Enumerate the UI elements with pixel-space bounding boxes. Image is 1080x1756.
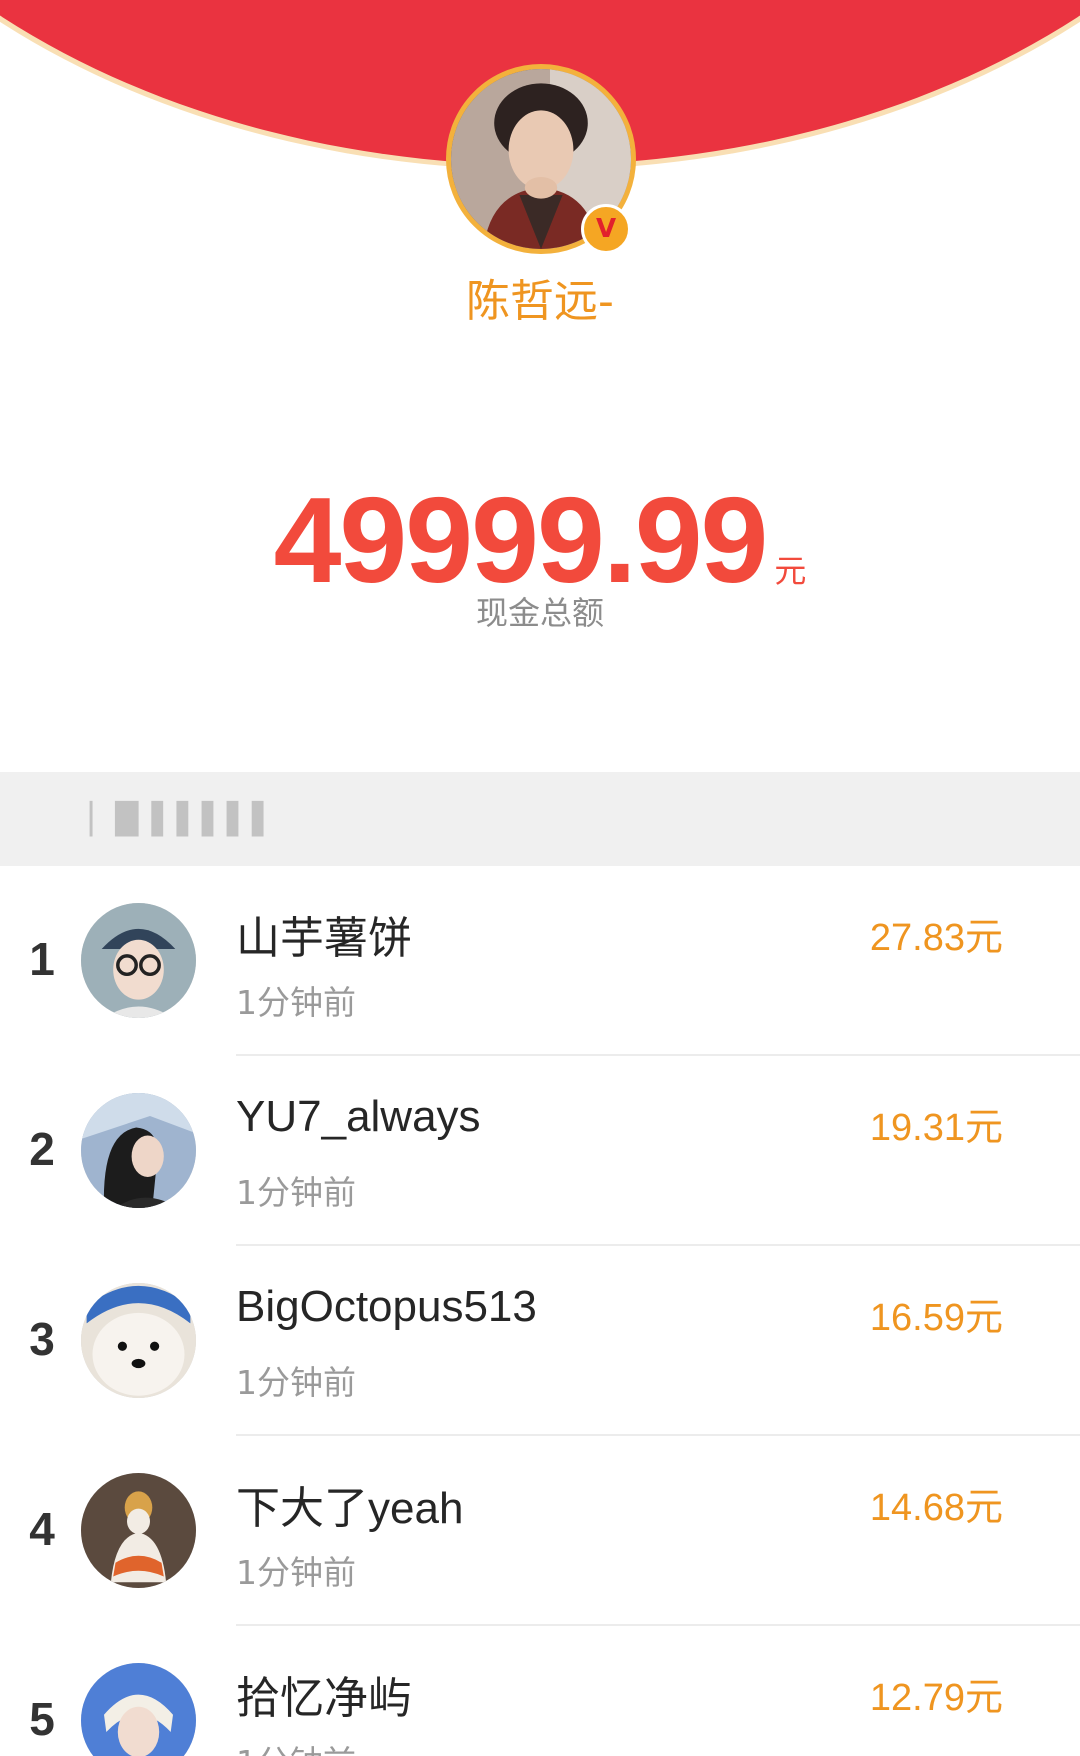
section-header: ▏█ ▌▌▌▌▌ bbox=[0, 772, 1080, 866]
amount: 12.79元 bbox=[869, 1677, 1003, 1719]
user-name[interactable]: 拾忆净屿 bbox=[236, 1662, 412, 1726]
time-ago: 1分钟前 bbox=[236, 983, 356, 1022]
verified-badge-icon: V bbox=[581, 204, 631, 254]
time-ago: 1分钟前 bbox=[236, 1173, 356, 1212]
rank-number: 2 bbox=[29, 1123, 55, 1175]
time-ago: 1分钟前 bbox=[236, 1553, 356, 1592]
list-item[interactable]: 5 拾忆净屿 1分钟前 12.79元 bbox=[0, 1626, 1080, 1756]
user-avatar[interactable] bbox=[81, 903, 196, 1018]
section-header-label: ▏█ ▌▌▌▌▌ bbox=[90, 802, 278, 837]
rank-number: 1 bbox=[29, 933, 55, 985]
user-avatar[interactable] bbox=[81, 1663, 196, 1756]
user-avatar[interactable] bbox=[81, 1283, 196, 1398]
user-avatar[interactable] bbox=[81, 1473, 196, 1588]
list-item[interactable]: 4 下大了yeah 1分钟前 14.68元 bbox=[0, 1436, 1080, 1626]
rank-number: 5 bbox=[29, 1693, 55, 1745]
amount: 14.68元 bbox=[869, 1487, 1003, 1529]
list-item[interactable]: 3 BigOctopus513 1分钟前 16.59元 bbox=[0, 1246, 1080, 1436]
list-item[interactable]: 1 山芋薯饼 1分钟前 27.83元 bbox=[0, 866, 1080, 1056]
list-item[interactable]: 2 YU7_always 1分钟前 19.31元 bbox=[0, 1056, 1080, 1246]
user-name[interactable]: YU7_always bbox=[236, 1092, 481, 1142]
time-ago: 1分钟前 bbox=[236, 1736, 356, 1756]
rank-number: 3 bbox=[29, 1313, 55, 1365]
user-name[interactable]: 山芋薯饼 bbox=[236, 902, 412, 966]
total-amount-label: 现金总额 bbox=[475, 594, 604, 632]
total-amount-unit: 元 bbox=[774, 552, 807, 590]
user-avatar[interactable] bbox=[81, 1093, 196, 1208]
user-name[interactable]: 下大了yeah bbox=[236, 1472, 463, 1536]
amount: 16.59元 bbox=[869, 1297, 1003, 1339]
time-ago: 1分钟前 bbox=[236, 1363, 356, 1402]
amount: 19.31元 bbox=[869, 1107, 1003, 1149]
user-name[interactable]: BigOctopus513 bbox=[236, 1282, 537, 1332]
host-name[interactable]: 陈哲远- bbox=[0, 265, 1080, 329]
records-list: 1 山芋薯饼 1分钟前 27.83元 2 YU7_always 1分钟前 19.… bbox=[0, 866, 1080, 1756]
rank-number: 4 bbox=[29, 1503, 55, 1555]
amount: 27.83元 bbox=[869, 917, 1003, 959]
